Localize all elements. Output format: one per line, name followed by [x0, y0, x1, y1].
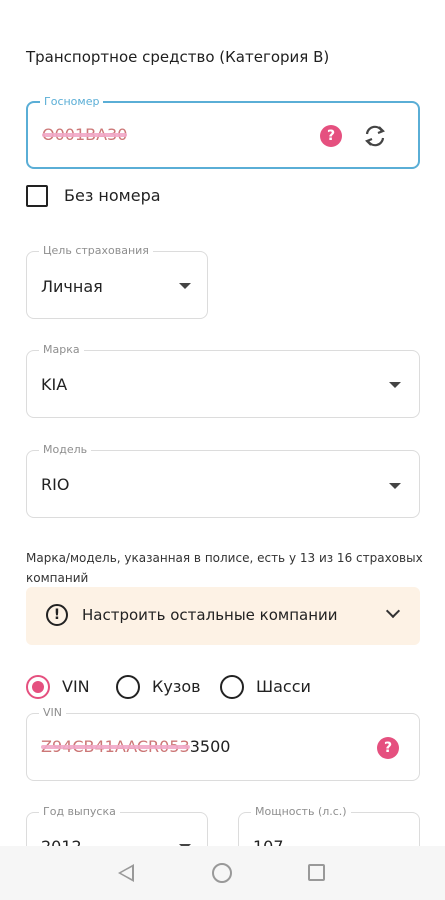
back-icon-inner	[121, 867, 132, 879]
model-value: RIO	[41, 475, 70, 494]
no-plate-checkbox[interactable]	[26, 185, 48, 207]
vin-field[interactable]: VIN Z94CB41AACR053 3500 ?	[26, 706, 420, 781]
no-plate-label[interactable]: Без номера	[64, 186, 161, 205]
vin-input[interactable]: Z94CB41AACR053 3500	[41, 737, 230, 756]
refresh-icon[interactable]	[362, 123, 388, 149]
radio-body[interactable]	[116, 675, 140, 699]
radio-vin[interactable]	[26, 675, 50, 699]
home-icon[interactable]	[212, 863, 232, 883]
radio-chassis[interactable]	[220, 675, 244, 699]
help-icon[interactable]: ?	[320, 125, 342, 147]
dropdown-arrow-icon	[389, 483, 401, 489]
recent-apps-icon[interactable]	[308, 864, 325, 881]
dropdown-arrow-icon	[179, 283, 191, 289]
purpose-select[interactable]: Цель страхования Личная	[26, 244, 208, 319]
brand-label: Марка	[39, 343, 84, 356]
purpose-value: Личная	[41, 277, 103, 296]
purpose-label: Цель страхования	[39, 244, 153, 257]
vin-redacted: Z94CB41AACR053	[41, 737, 190, 756]
section-title: Транспортное средство (Категория В)	[26, 48, 330, 66]
model-select[interactable]: Модель RIO	[26, 443, 420, 518]
gosnomer-value: О001ВА30	[42, 125, 128, 144]
gosnomer-label: Госномер	[40, 95, 104, 108]
radio-body-label[interactable]: Кузов	[152, 677, 201, 696]
redaction-mark	[41, 744, 190, 749]
exclamation-icon: !	[46, 604, 68, 626]
model-label: Модель	[39, 443, 92, 456]
year-label: Год выпуска	[39, 805, 120, 818]
power-label: Мощность (л.с.)	[251, 805, 351, 818]
brand-value: KIA	[41, 375, 68, 394]
radio-vin-label[interactable]: VIN	[62, 677, 90, 696]
chevron-down-icon	[385, 603, 401, 619]
gosnomer-input[interactable]: О001ВА30	[42, 125, 128, 144]
help-icon[interactable]: ?	[377, 737, 399, 759]
configure-companies-label: Настроить остальные компании	[82, 606, 338, 624]
configure-companies-expander[interactable]: ! Настроить остальные компании	[26, 587, 420, 645]
vin-visible: 3500	[189, 737, 231, 756]
brand-select[interactable]: Марка KIA	[26, 343, 420, 418]
radio-chassis-label[interactable]: Шасси	[256, 677, 311, 696]
gosnomer-field[interactable]: Госномер О001ВА30 ?	[26, 95, 420, 169]
system-nav-bar	[0, 846, 445, 900]
redaction-mark	[42, 132, 128, 137]
coverage-info: Марка/модель, указанная в полисе, есть у…	[26, 551, 423, 585]
dropdown-arrow-icon	[389, 382, 401, 388]
vin-label: VIN	[39, 706, 66, 719]
